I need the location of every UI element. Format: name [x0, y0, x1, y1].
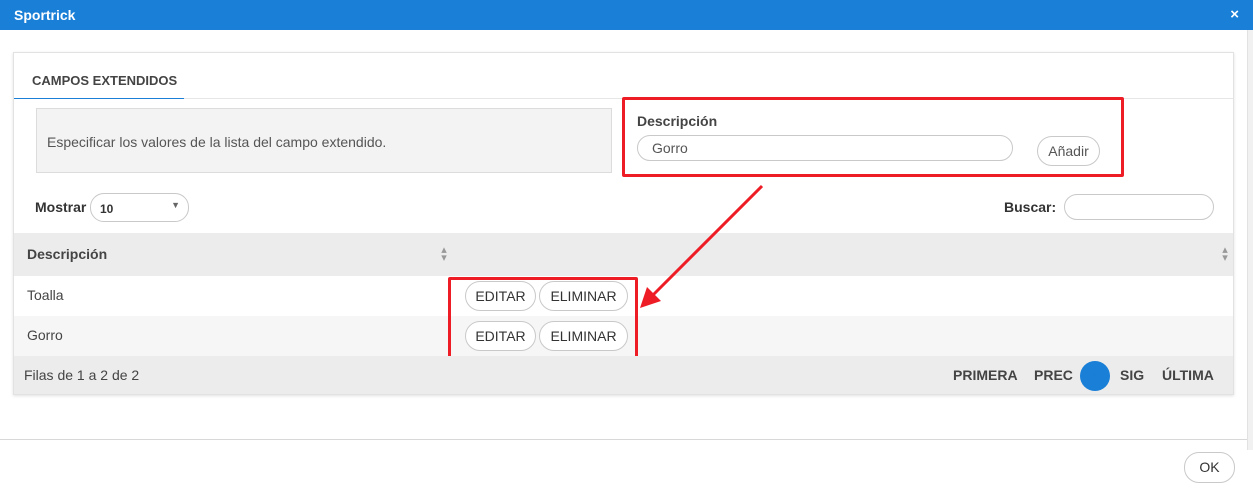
- pagination-last[interactable]: ÚLTIMA: [1162, 367, 1214, 383]
- table-header: Descripción ▴ ▾ ▴ ▾: [14, 233, 1233, 276]
- window-title: Sportrick: [14, 7, 76, 23]
- tab-campos-extendidos[interactable]: CAMPOS EXTENDIDOS: [14, 53, 184, 99]
- pagination-prev[interactable]: PREC: [1034, 367, 1073, 383]
- table-footer: Filas de 1 a 2 de 2 PRIMERA PREC 1 SIG Ú…: [14, 356, 1233, 394]
- annotation-highlight-form: [622, 97, 1124, 177]
- sort-icon[interactable]: ▴ ▾: [1221, 245, 1229, 264]
- search-label: Buscar:: [1004, 199, 1057, 215]
- scrollbar-track[interactable]: [1247, 30, 1253, 450]
- ok-button[interactable]: OK: [1184, 452, 1235, 483]
- annotation-highlight-actions: [448, 277, 638, 359]
- page-size-value: 10: [100, 202, 114, 216]
- page-size-select[interactable]: 10 ▼: [90, 193, 189, 222]
- close-icon[interactable]: ×: [1230, 6, 1239, 23]
- pagination-first[interactable]: PRIMERA: [953, 367, 1018, 383]
- sort-icon[interactable]: ▴ ▾: [440, 245, 448, 264]
- info-box: Especificar los valores de la lista del …: [36, 108, 612, 173]
- rows-info: Filas de 1 a 2 de 2: [24, 367, 140, 383]
- dropdown-arrow-icon: ▼: [171, 200, 180, 210]
- pagination-next[interactable]: SIG: [1120, 367, 1144, 383]
- window-titlebar: Sportrick ×: [0, 0, 1253, 30]
- extended-fields-panel: CAMPOS EXTENDIDOS Especificar los valore…: [13, 52, 1234, 395]
- tab-label: CAMPOS EXTENDIDOS: [32, 73, 178, 88]
- show-label: Mostrar: [35, 199, 87, 215]
- pagination-current-page[interactable]: 1: [1080, 361, 1110, 391]
- column-header-descripcion[interactable]: Descripción: [27, 246, 107, 262]
- cell-descripcion: Gorro: [27, 327, 63, 343]
- info-text: Especificar los valores de la lista del …: [47, 134, 387, 150]
- search-input[interactable]: [1064, 194, 1214, 220]
- cell-descripcion: Toalla: [27, 287, 64, 303]
- footer-divider: [0, 439, 1247, 440]
